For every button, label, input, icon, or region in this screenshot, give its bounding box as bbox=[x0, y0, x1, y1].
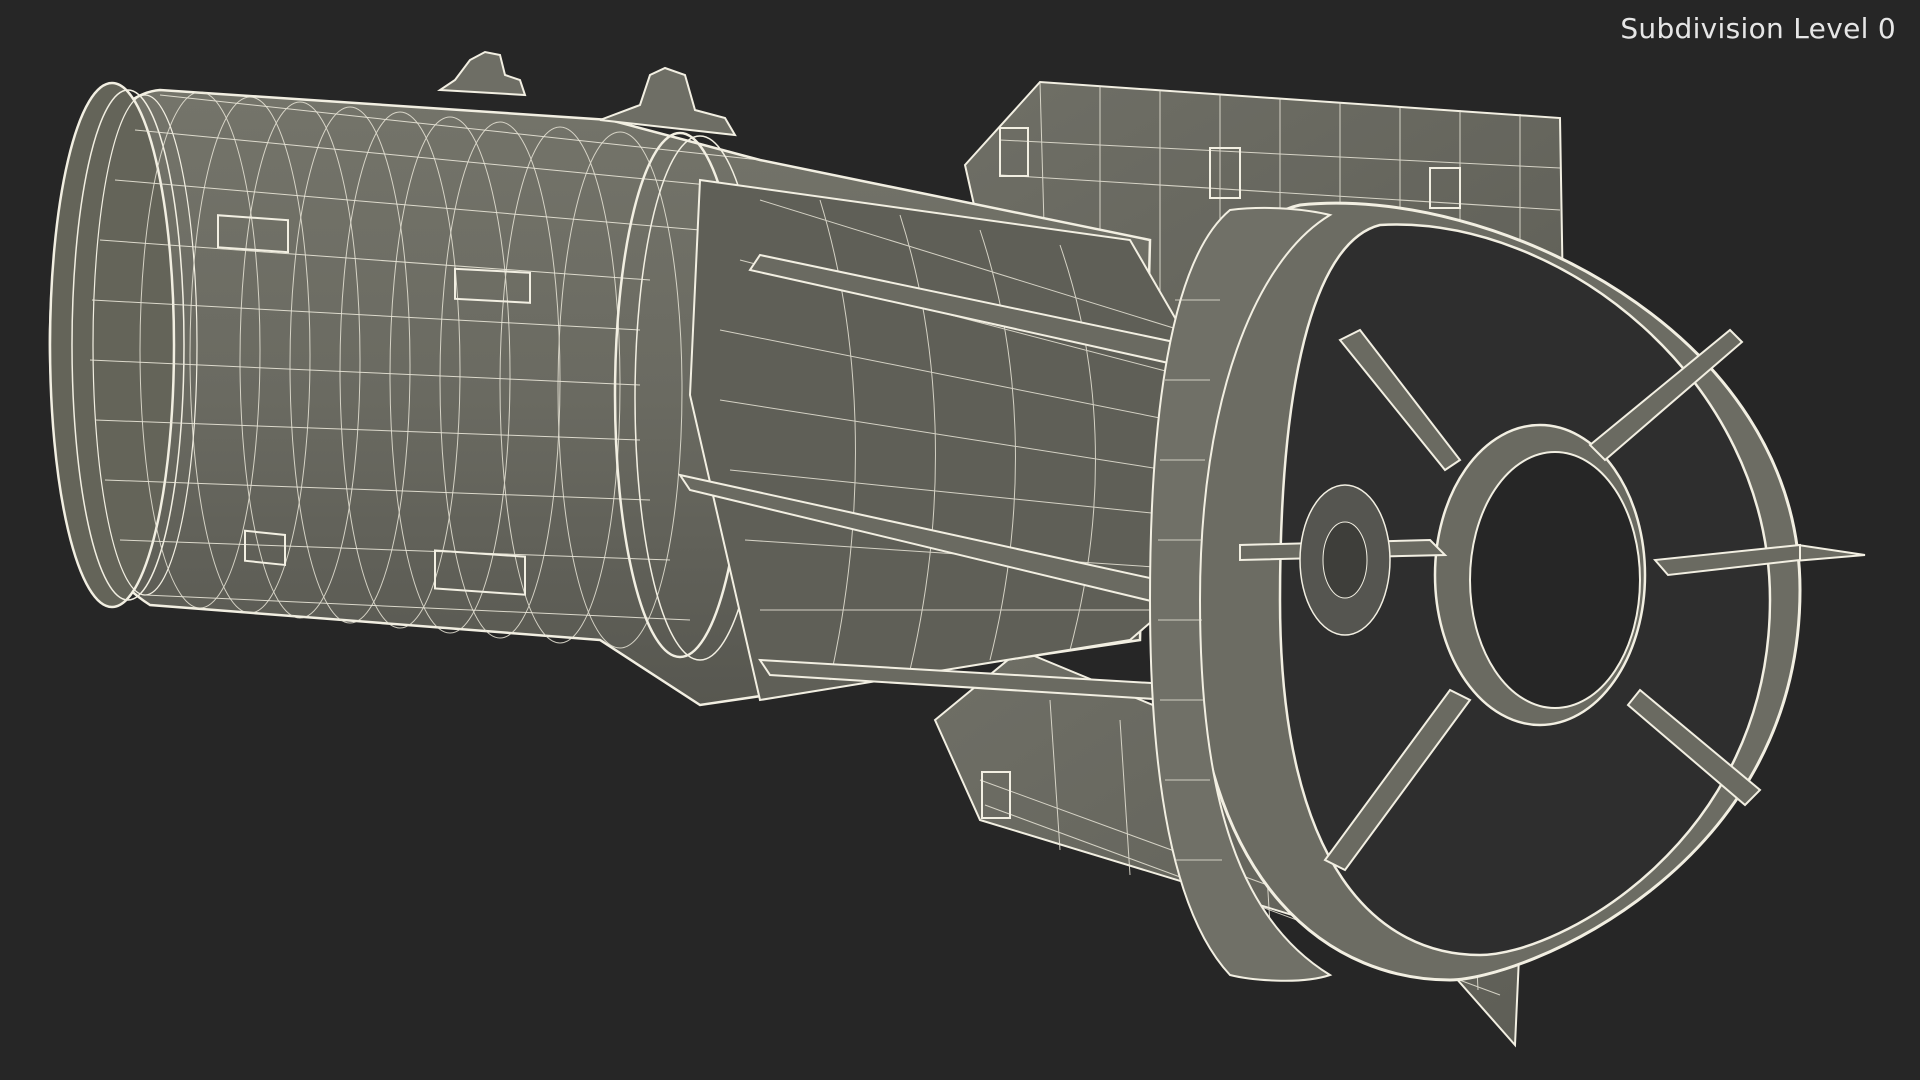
suspension-lug-front bbox=[436, 50, 527, 97]
subdivision-level-label: Subdivision Level 0 bbox=[1620, 12, 1896, 45]
viewport: Subdivision Level 0 bbox=[0, 0, 1920, 1080]
model-render bbox=[48, 50, 1866, 1048]
